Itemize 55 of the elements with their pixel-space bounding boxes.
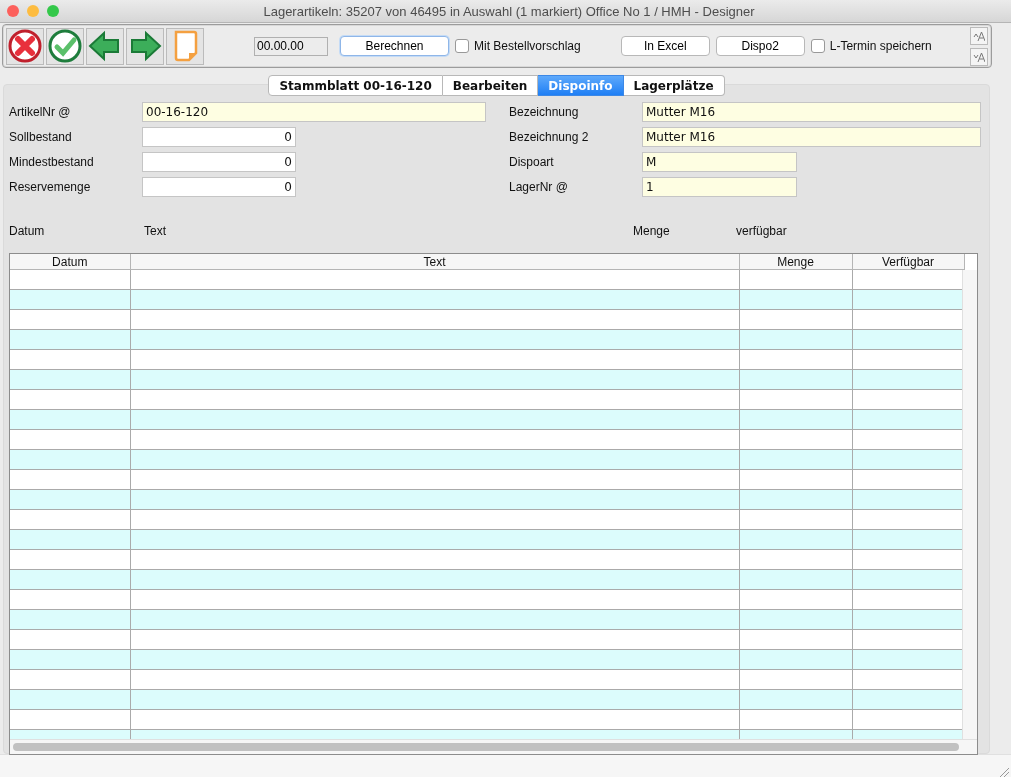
input-field[interactable]: 0 [142, 127, 296, 147]
zoom-button[interactable] [47, 5, 59, 17]
right-arrow-button[interactable] [126, 27, 164, 65]
right-arrow-icon [128, 29, 162, 63]
column-header[interactable]: Menge [739, 254, 852, 270]
checkbox[interactable] [810, 39, 825, 53]
tab[interactable]: Lagerplätze [623, 75, 725, 96]
resize-grip-icon [998, 767, 1010, 777]
font-increase-button[interactable] [970, 26, 988, 45]
cancel-button[interactable] [6, 27, 44, 65]
column-header[interactable]: Verfügbar [852, 254, 964, 270]
font-size-icon [973, 51, 985, 62]
action-button[interactable]: Dispo2 [715, 36, 805, 56]
horizontal-scrollbar[interactable] [10, 739, 977, 754]
field-label: LagerNr @ [509, 180, 569, 194]
input-field[interactable]: M [642, 152, 797, 172]
input-field[interactable]: 0 [142, 177, 296, 197]
input-field[interactable]: Mutter M16 [642, 127, 981, 147]
cancel-icon [8, 29, 42, 63]
checkbox-label: L-Termin speichern [829, 39, 932, 53]
document-button[interactable] [166, 27, 204, 65]
vertical-scrollbar[interactable] [962, 270, 977, 740]
left-arrow-button[interactable] [86, 27, 124, 65]
list-header-label: verfügbar [736, 224, 788, 238]
font-size-icon [973, 30, 985, 41]
close-button[interactable] [7, 5, 19, 17]
tab[interactable]: Bearbeiten [442, 75, 539, 96]
scrollbar-thumb[interactable] [13, 743, 959, 751]
column-header[interactable]: Text [130, 254, 739, 270]
column-header[interactable]: Datum [10, 254, 130, 270]
input-field[interactable]: 00-16-120 [142, 102, 486, 122]
font-decrease-button[interactable] [970, 47, 988, 66]
date-field[interactable]: 00.00.00 [254, 36, 328, 56]
action-button[interactable]: In Excel [620, 36, 710, 56]
field-label: ArtikelNr @ [9, 105, 72, 119]
window-title: Lagerartikeln: 35207 von 46495 in Auswahl (1 markiert) Office No 1 / HMH - Designer [262, 3, 756, 19]
tab[interactable]: Stammblatt 00-16-120 [268, 75, 443, 96]
check-icon [48, 29, 82, 63]
field-label: Sollbestand [9, 130, 73, 144]
action-button[interactable]: Berechnen [340, 36, 449, 56]
left-arrow-icon [88, 29, 122, 63]
field-label: Dispoart [509, 155, 555, 169]
input-field[interactable]: 0 [142, 152, 296, 172]
field-label: Reservemenge [9, 180, 92, 194]
input-field[interactable]: 1 [642, 177, 797, 197]
field-label: Bezeichnung 2 [509, 130, 590, 144]
check-button[interactable] [46, 27, 84, 65]
list-header-label: Text [144, 224, 167, 238]
input-field[interactable]: Mutter M16 [642, 102, 981, 122]
field-label: Bezeichnung [509, 105, 580, 119]
checkbox-label: Mit Bestellvorschlag [474, 39, 581, 53]
checkbox[interactable] [455, 39, 469, 53]
field-label: Mindestbestand [9, 155, 95, 169]
list-header-label: Menge [633, 224, 671, 238]
list-header-label: Datum [9, 224, 46, 238]
